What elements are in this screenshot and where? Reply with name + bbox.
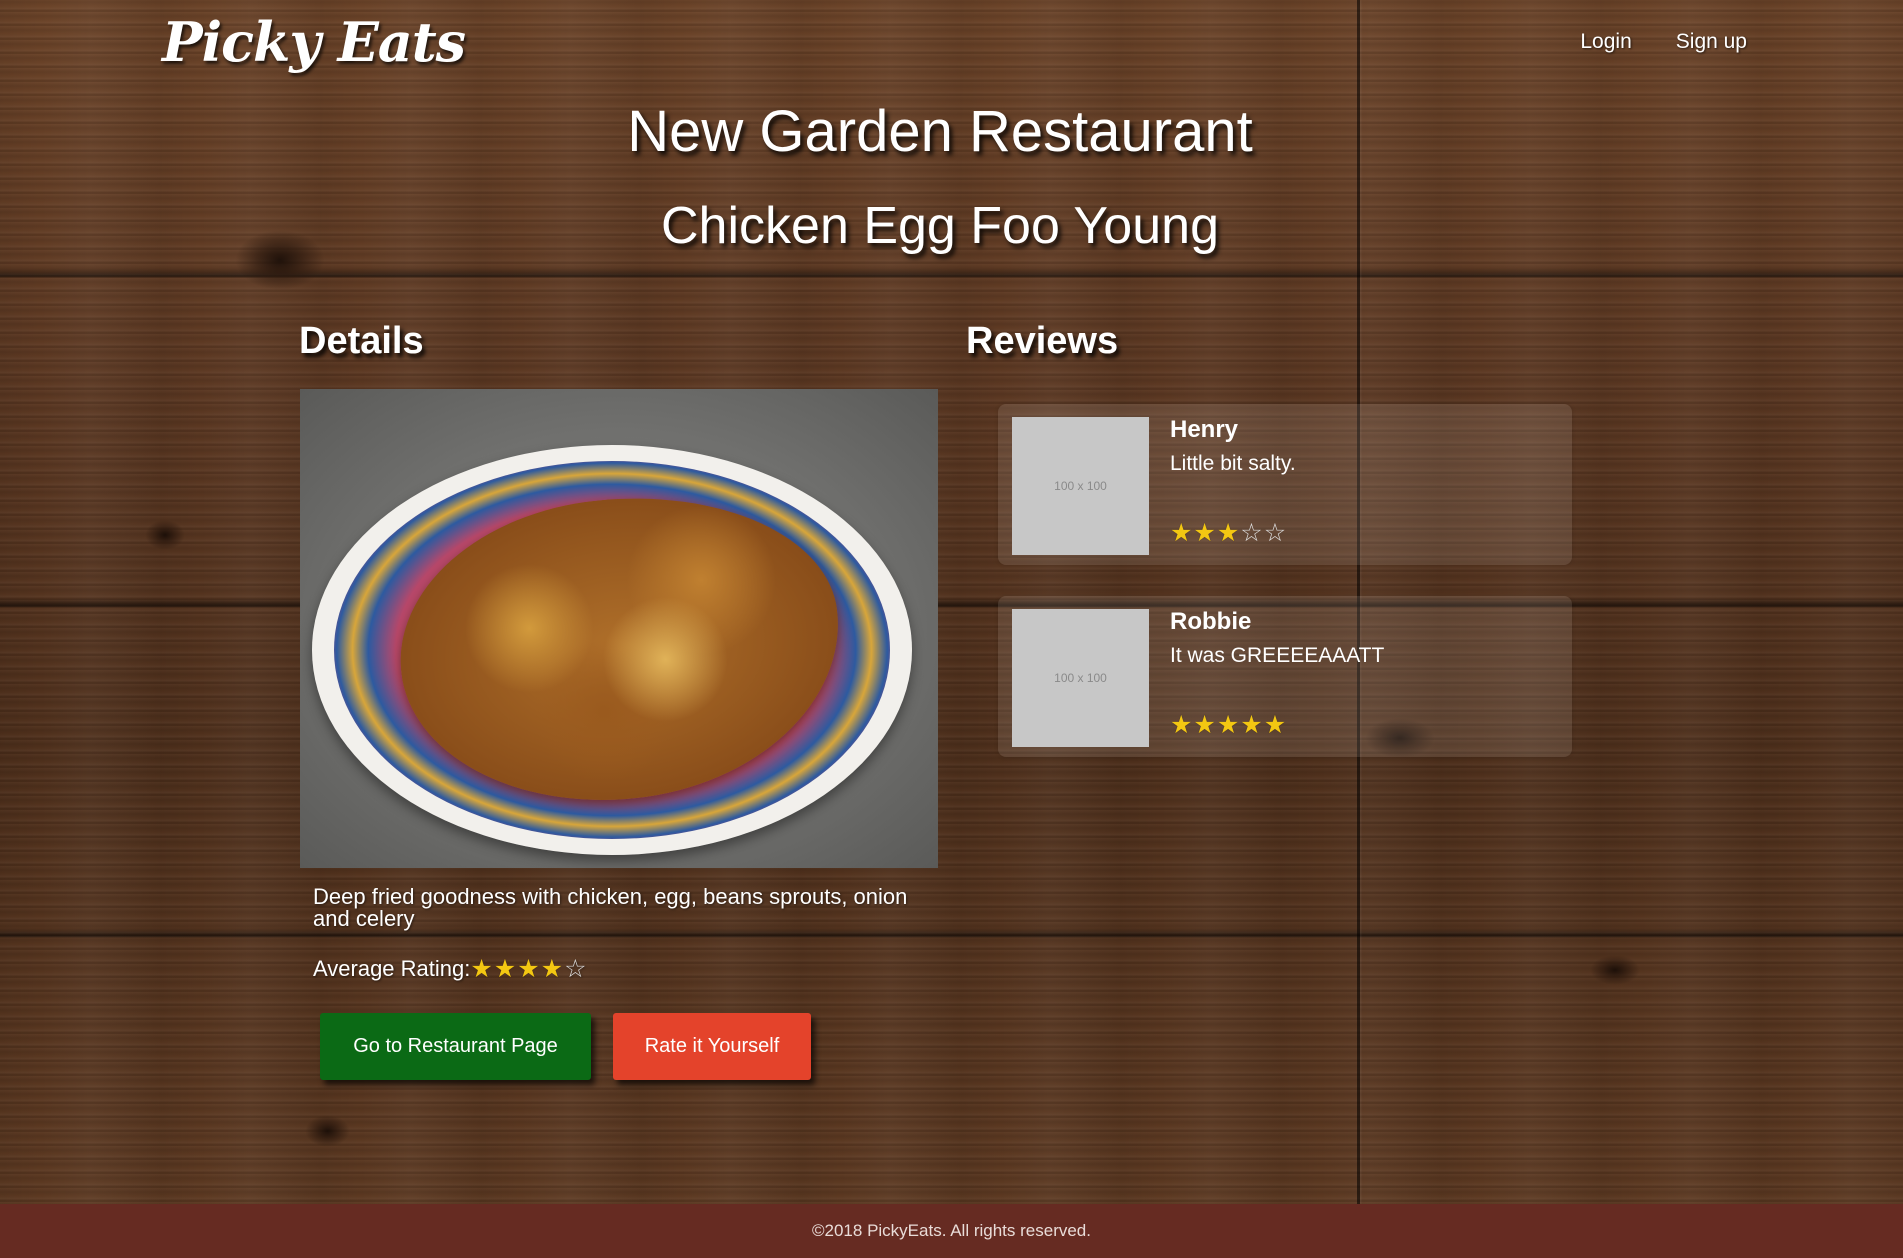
star-empty-icon: ☆ — [1240, 518, 1263, 547]
site-header: Picky Eats Login Sign up — [0, 0, 1903, 96]
star-filled-icon: ★ — [1193, 710, 1216, 739]
average-rating-stars: ★ ★ ★ ★ ☆ — [470, 954, 587, 983]
signup-link[interactable]: Sign up — [1676, 30, 1747, 54]
reviewer-avatar: 100 x 100 — [1012, 417, 1149, 555]
dish-title: Chicken Egg Foo Young — [661, 197, 1219, 255]
star-filled-icon: ★ — [1193, 518, 1216, 547]
star-empty-icon: ☆ — [1263, 518, 1287, 547]
top-nav: Login Sign up — [1580, 30, 1747, 54]
reviews-heading: Reviews — [966, 320, 1119, 362]
average-rating-label: Average Rating: — [313, 956, 471, 981]
star-filled-icon: ★ — [540, 954, 564, 983]
wood-knot — [145, 520, 185, 550]
reviewer-name: Robbie — [1170, 608, 1252, 635]
dish-photo — [300, 389, 938, 868]
wood-knot — [305, 1115, 350, 1147]
star-filled-icon: ★ — [1263, 710, 1287, 739]
star-filled-icon: ★ — [1216, 518, 1240, 547]
dish-description: Deep fried goodness with chicken, egg, b… — [313, 884, 908, 931]
average-rating: Average Rating: ★ ★ ★ ★ ☆ — [313, 956, 586, 982]
star-filled-icon: ★ — [1170, 710, 1193, 739]
review-text: It was GREEEEAAATT — [1170, 644, 1385, 667]
reviewer-avatar: 100 x 100 — [1012, 609, 1149, 747]
review-card: 100 x 100 Henry Little bit salty. ★ ★ ★ ☆ ☆ — [998, 404, 1572, 565]
site-logo[interactable]: Picky Eats — [162, 10, 466, 74]
restaurant-title: New Garden Restaurant — [627, 99, 1253, 164]
star-filled-icon: ★ — [1216, 710, 1240, 739]
review-card: 100 x 100 Robbie It was GREEEEAAATT ★ ★ ★ ★… — [998, 596, 1572, 757]
review-stars: ★ ★ ★ ★ ★ — [1170, 712, 1286, 737]
details-heading: Details — [299, 320, 424, 362]
rate-it-yourself-button[interactable]: Rate it Yourself — [613, 1013, 811, 1080]
star-filled-icon: ★ — [1240, 710, 1263, 739]
star-filled-icon: ★ — [470, 954, 493, 983]
star-filled-icon: ★ — [1170, 518, 1193, 547]
review-text: Little bit salty. — [1170, 452, 1296, 475]
wood-knot — [1590, 955, 1640, 985]
star-empty-icon: ☆ — [564, 954, 587, 983]
review-stars: ★ ★ ★ ☆ ☆ — [1170, 520, 1286, 545]
login-link[interactable]: Login — [1580, 30, 1631, 54]
copyright-text: ©2018 PickyEats. All rights reserved. — [812, 1221, 1091, 1240]
star-filled-icon: ★ — [517, 954, 540, 983]
go-to-restaurant-button[interactable]: Go to Restaurant Page — [320, 1013, 591, 1080]
reviewer-name: Henry — [1170, 416, 1239, 443]
site-footer: ©2018 PickyEats. All rights reserved. — [0, 1204, 1903, 1258]
star-filled-icon: ★ — [493, 954, 517, 983]
